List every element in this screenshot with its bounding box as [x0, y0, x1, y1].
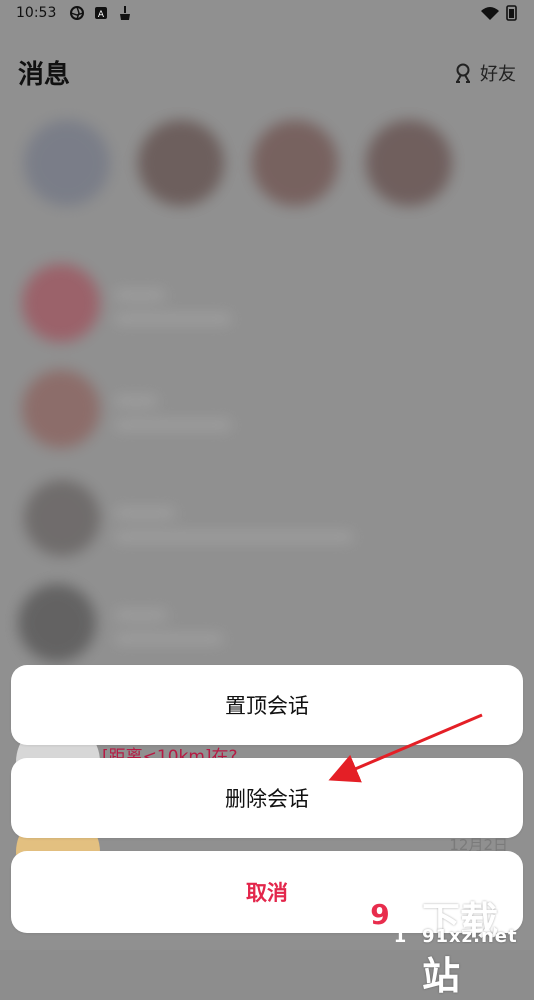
cancel-label: 取消: [246, 881, 288, 905]
annotation-arrow-icon: [328, 713, 483, 783]
svg-text:1: 1: [394, 926, 407, 947]
avatar: [252, 120, 338, 206]
list-item: [114, 532, 354, 542]
list-item: [114, 508, 176, 518]
screen: 10:53 A 消息 好友 [距离<10km]在? 12月2日 置顶会话 删除会…: [0, 0, 534, 998]
list-item: [114, 420, 232, 430]
watermark-bottom: 91xz.net: [422, 926, 518, 947]
watermark: 9 1 下载站 91xz.net: [352, 890, 530, 998]
avatar: [22, 370, 100, 448]
delete-conversation-label: 删除会话: [225, 787, 309, 811]
avatar: [18, 584, 96, 662]
avatar: [138, 120, 224, 206]
watermark-logo-icon: 9 1: [361, 895, 407, 947]
pin-conversation-label: 置顶会话: [225, 694, 309, 718]
avatar: [22, 264, 100, 342]
svg-text:9: 9: [370, 898, 389, 931]
avatar: [24, 120, 110, 206]
list-item: [114, 396, 158, 406]
list-item: [114, 634, 224, 644]
list-item: [114, 314, 232, 324]
avatar: [366, 120, 452, 206]
list-item: [114, 290, 166, 300]
list-item: [114, 610, 168, 620]
avatar: [24, 480, 100, 556]
